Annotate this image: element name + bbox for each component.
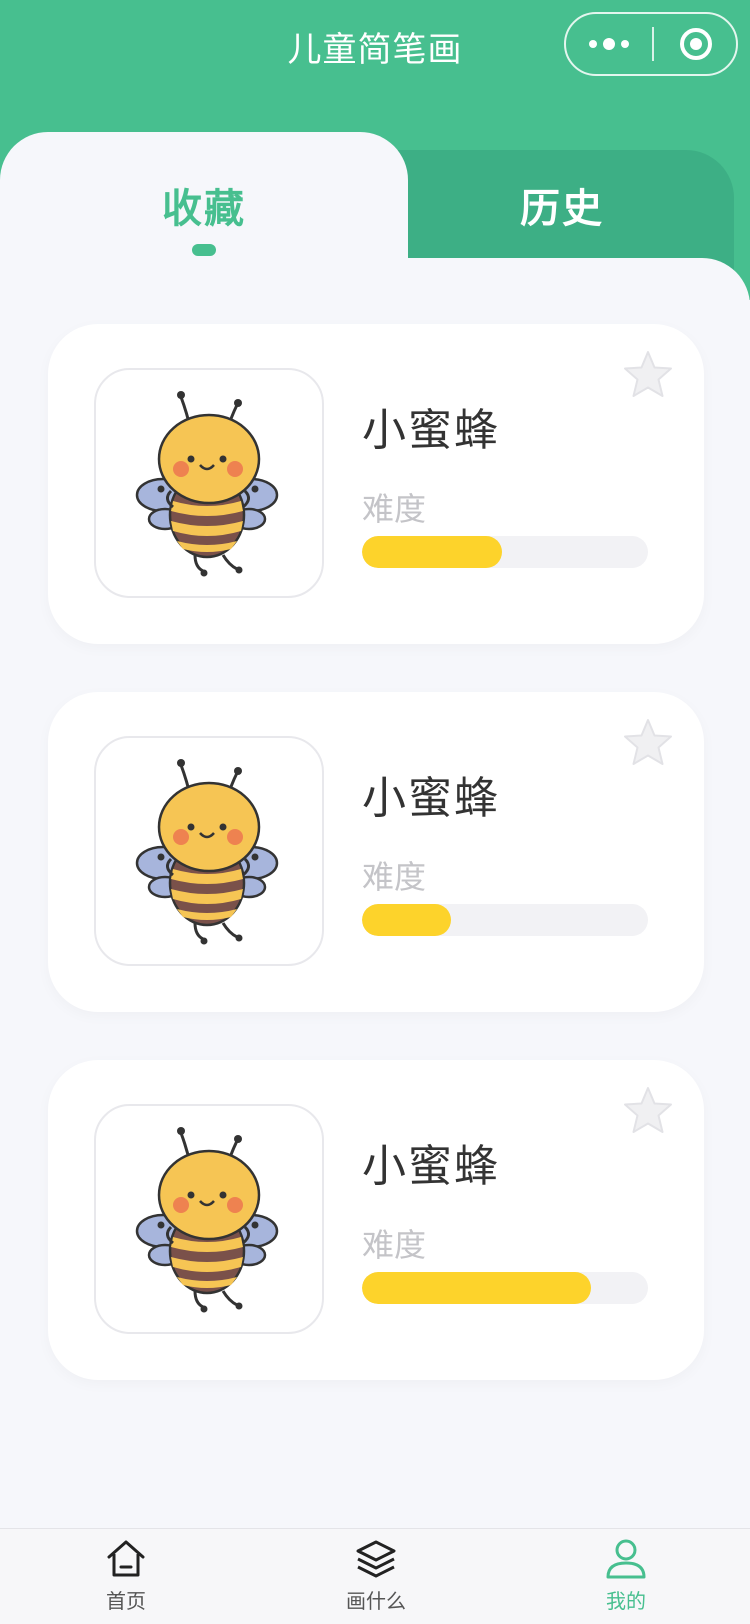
tabbar-label-mine: 我的 bbox=[606, 1589, 646, 1613]
difficulty-bar-fill bbox=[362, 536, 503, 568]
target-icon bbox=[680, 28, 712, 60]
drawing-title: 小蜜蜂 bbox=[362, 773, 500, 824]
star-icon[interactable] bbox=[620, 348, 676, 404]
tab-favorites-label[interactable]: 收藏 bbox=[0, 176, 408, 234]
layers-icon bbox=[356, 1540, 396, 1578]
mini-program-capsule bbox=[564, 12, 738, 76]
tabbar-label-what-to-draw: 画什么 bbox=[346, 1589, 406, 1613]
star-icon[interactable] bbox=[620, 716, 676, 772]
difficulty-label: 难度 bbox=[362, 1226, 427, 1264]
star-icon[interactable] bbox=[620, 1084, 676, 1140]
favorite-card[interactable]: 小蜜蜂 难度 bbox=[48, 692, 704, 1012]
active-tab-indicator bbox=[192, 244, 216, 256]
difficulty-label: 难度 bbox=[362, 858, 427, 896]
more-options-button[interactable] bbox=[566, 14, 652, 74]
bee-illustration bbox=[135, 389, 279, 578]
tab-history-label[interactable]: 历史 bbox=[390, 176, 734, 234]
bee-illustration bbox=[135, 757, 279, 946]
tabbar-item-home[interactable]: 首页 bbox=[46, 1537, 206, 1621]
difficulty-bar-fill bbox=[362, 1272, 591, 1304]
user-icon bbox=[606, 1539, 646, 1579]
tabbar-item-what-to-draw[interactable]: 画什么 bbox=[296, 1537, 456, 1621]
close-mini-program-button[interactable] bbox=[654, 14, 738, 74]
drawing-thumbnail[interactable] bbox=[94, 1104, 324, 1334]
drawing-title: 小蜜蜂 bbox=[362, 405, 500, 456]
drawing-thumbnail[interactable] bbox=[94, 368, 324, 598]
tabbar-item-mine[interactable]: 我的 bbox=[546, 1537, 706, 1621]
difficulty-bar bbox=[362, 904, 648, 936]
favorite-card[interactable]: 小蜜蜂 难度 bbox=[48, 324, 704, 644]
difficulty-bar bbox=[362, 1272, 648, 1304]
home-icon bbox=[107, 1540, 145, 1577]
drawing-thumbnail[interactable] bbox=[94, 736, 324, 966]
drawing-title: 小蜜蜂 bbox=[362, 1141, 500, 1192]
favorite-card[interactable]: 小蜜蜂 难度 bbox=[48, 1060, 704, 1380]
tabbar-label-home: 首页 bbox=[106, 1589, 146, 1613]
bottom-tab-bar: 首页 画什么 我的 bbox=[0, 1528, 750, 1624]
bee-illustration bbox=[135, 1125, 279, 1314]
difficulty-bar bbox=[362, 536, 648, 568]
difficulty-bar-fill bbox=[362, 904, 451, 936]
difficulty-label: 难度 bbox=[362, 490, 427, 528]
